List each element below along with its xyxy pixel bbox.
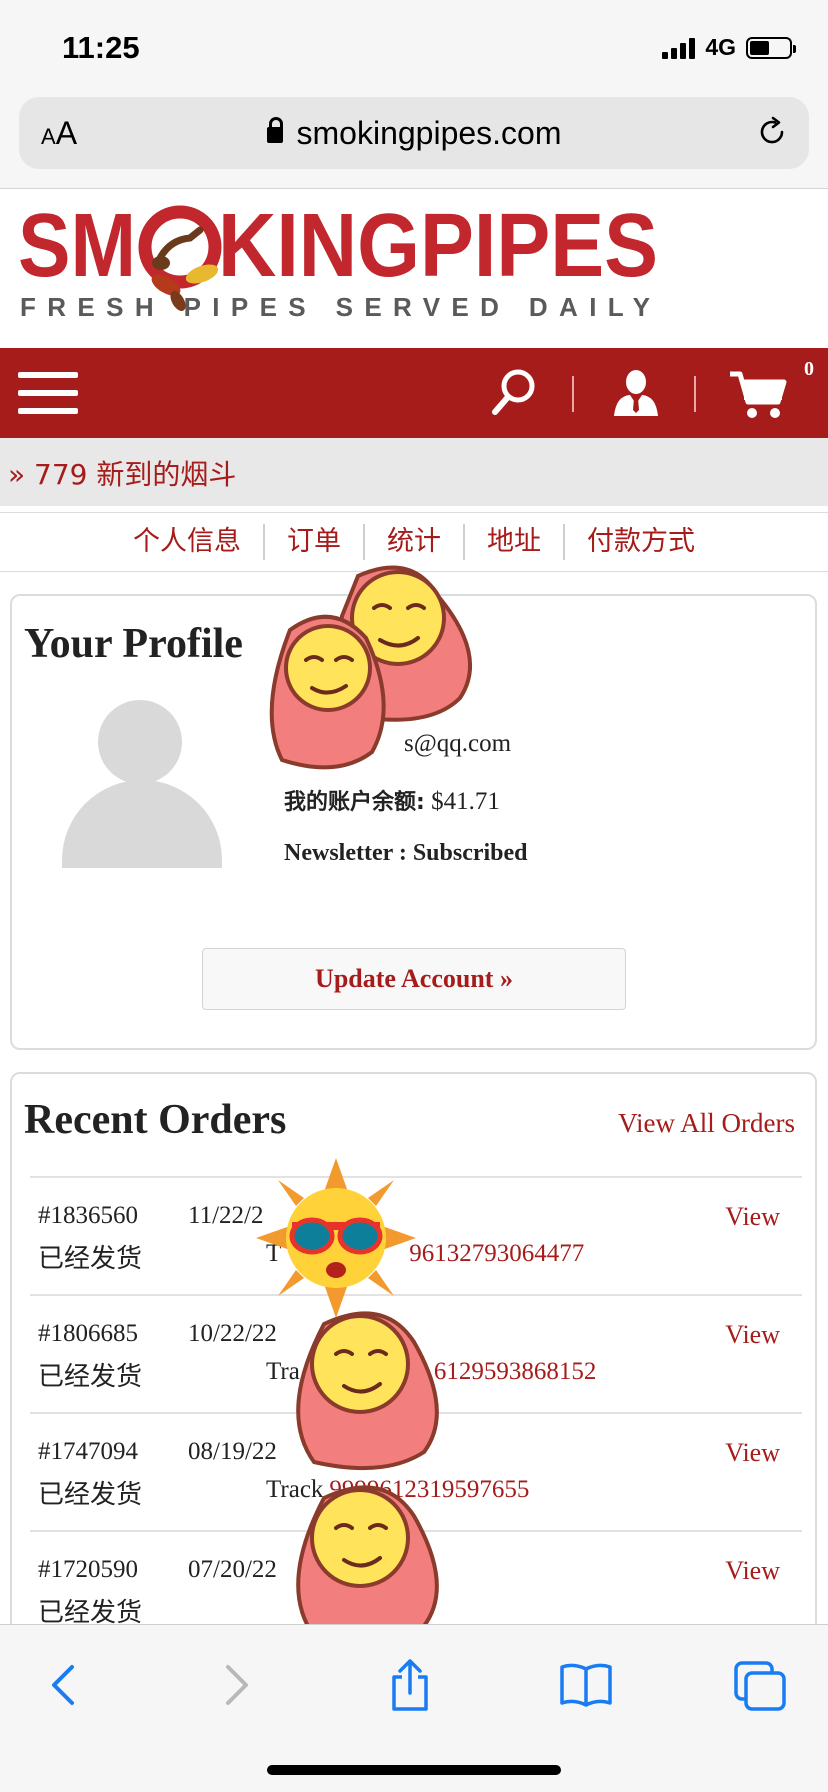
blanket-emoji-sticker bbox=[296, 1311, 439, 1471]
order-view-link[interactable]: View bbox=[725, 1202, 780, 1232]
order-number[interactable]: #1836560 bbox=[38, 1202, 138, 1230]
account-icon[interactable] bbox=[612, 368, 660, 418]
balance-value: $41.71 bbox=[431, 788, 500, 815]
blanket-emoji-sticker bbox=[296, 1485, 439, 1645]
svg-text:KINGPIPES: KINGPIPES bbox=[218, 200, 658, 296]
reload-icon[interactable] bbox=[755, 115, 789, 149]
new-arrivals-bar[interactable]: » 779 新到的烟斗 bbox=[0, 438, 828, 506]
cart-icon[interactable] bbox=[728, 368, 788, 420]
order-status: 已经发货 bbox=[38, 1244, 143, 1274]
nav-separator bbox=[572, 376, 574, 412]
order-row: #1836560 已经发货 11/22/2 T 96132793064477 Vi… bbox=[30, 1176, 802, 1294]
sunglasses-sun-emoji-sticker bbox=[256, 1158, 416, 1318]
tab-statistics[interactable]: 统计 bbox=[365, 524, 465, 560]
cellular-signal-icon bbox=[662, 37, 696, 59]
search-icon[interactable] bbox=[490, 368, 536, 418]
tabs-icon[interactable] bbox=[730, 1655, 790, 1715]
status-indicators: 4G bbox=[662, 34, 796, 61]
order-view-link[interactable]: View bbox=[725, 1556, 780, 1586]
svg-text:SM: SM bbox=[18, 200, 136, 296]
back-icon[interactable] bbox=[34, 1655, 94, 1715]
new-arrivals-link[interactable]: » 779 新到的烟斗 bbox=[8, 453, 236, 493]
order-view-link[interactable]: View bbox=[725, 1438, 780, 1468]
newsletter-status: Newsletter : Subscribed bbox=[284, 840, 528, 866]
order-number[interactable]: #1720590 bbox=[38, 1556, 138, 1584]
status-time: 11:25 bbox=[62, 30, 140, 65]
tab-profile[interactable]: 个人信息 bbox=[111, 524, 265, 560]
balance-label: 我的账户余额: bbox=[284, 790, 425, 815]
order-date: 11/22/2 bbox=[188, 1202, 264, 1229]
home-indicator bbox=[267, 1765, 561, 1775]
forward-icon[interactable] bbox=[206, 1655, 266, 1715]
order-status: 已经发货 bbox=[38, 1362, 143, 1392]
svg-text:FRESH PIPES SERVED DAILY: FRESH PIPES SERVED DAILY bbox=[20, 292, 650, 322]
avatar bbox=[62, 700, 222, 868]
order-date: 07/20/22 bbox=[188, 1556, 277, 1583]
account-balance: 我的账户余额: $41.71 bbox=[284, 784, 500, 816]
address-bar[interactable]: AA smokingpipes.com bbox=[19, 97, 809, 169]
browser-address-area: AA smokingpipes.com bbox=[0, 92, 828, 189]
browser-toolbar bbox=[0, 1624, 828, 1792]
profile-title: Your Profile bbox=[24, 621, 243, 667]
status-bar: 11:25 4G bbox=[0, 0, 828, 92]
url-text: smokingpipes.com bbox=[296, 115, 562, 151]
order-date: 08/19/22 bbox=[188, 1438, 277, 1465]
order-view-link[interactable]: View bbox=[725, 1320, 780, 1350]
tab-orders[interactable]: 订单 bbox=[265, 524, 365, 560]
share-icon[interactable] bbox=[380, 1655, 440, 1715]
tab-payment-methods[interactable]: 付款方式 bbox=[565, 524, 717, 560]
blanket-emoji-sticker bbox=[269, 565, 473, 770]
update-account-button[interactable]: Update Account » bbox=[202, 948, 626, 1010]
network-type: 4G bbox=[705, 34, 736, 60]
order-date: 10/22/22 bbox=[188, 1320, 277, 1347]
tab-addresses[interactable]: 地址 bbox=[465, 524, 565, 560]
cart-count-badge: 0 bbox=[804, 358, 814, 380]
url-display[interactable]: smokingpipes.com bbox=[19, 115, 809, 152]
site-navbar: 0 bbox=[0, 348, 828, 438]
order-status: 已经发货 bbox=[38, 1480, 143, 1510]
order-number[interactable]: #1747094 bbox=[38, 1438, 138, 1466]
recent-orders-title: Recent Orders bbox=[24, 1097, 287, 1143]
site-logo[interactable]: SM KINGPIPES FRESH PIPES SERVED DAILY bbox=[18, 196, 658, 328]
lock-icon bbox=[266, 117, 283, 143]
nav-separator bbox=[694, 376, 696, 412]
menu-icon[interactable] bbox=[18, 372, 78, 414]
view-all-orders-link[interactable]: View All Orders bbox=[618, 1108, 795, 1139]
battery-icon bbox=[746, 36, 796, 59]
bookmarks-icon[interactable] bbox=[556, 1655, 616, 1715]
order-number[interactable]: #1806685 bbox=[38, 1320, 138, 1348]
